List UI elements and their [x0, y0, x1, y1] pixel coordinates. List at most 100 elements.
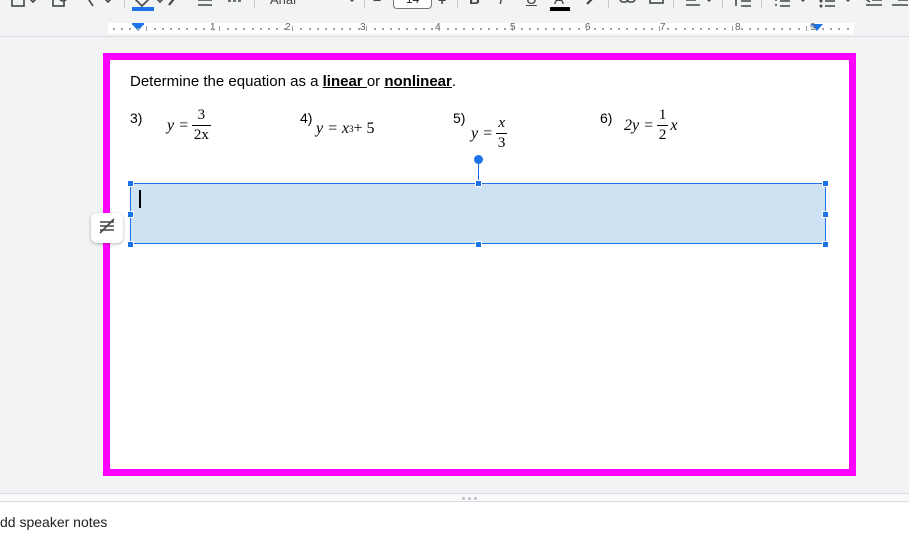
toolbar-separator	[364, 0, 365, 8]
ruler-tick	[365, 26, 367, 31]
decrease-indent-icon[interactable]	[864, 0, 884, 10]
fraction-numerator: x	[498, 115, 505, 131]
resize-handle-top-right[interactable]	[822, 180, 829, 187]
fill-color-swatch	[132, 7, 154, 11]
equation-rhs: x	[670, 116, 678, 134]
ruler-dot	[161, 28, 164, 30]
align-icon[interactable]	[684, 0, 716, 10]
equation-image[interactable]: y = 3 2x	[167, 108, 211, 143]
equation-image[interactable]: 2y = 1 2 x	[624, 108, 678, 143]
instruction-middle: or	[366, 73, 385, 90]
ruler-dot	[284, 28, 287, 30]
equation-fraction: 1 2	[656, 108, 669, 143]
ruler-dot	[341, 28, 344, 30]
resize-handle-top[interactable]	[475, 180, 482, 187]
increase-indent-icon[interactable]	[890, 0, 909, 10]
ruler-dot	[740, 28, 743, 30]
speaker-notes-placeholder[interactable]: dd speaker notes	[0, 514, 107, 530]
ruler-dot	[846, 28, 849, 30]
highlight-icon[interactable]	[584, 0, 598, 10]
ruler-tick	[145, 26, 147, 31]
ruler-dot	[414, 28, 417, 30]
ruler-dot	[447, 28, 450, 30]
notes-resize-divider[interactable]	[0, 493, 909, 502]
ruler-dot	[707, 28, 710, 30]
font-name-select[interactable]: Arial	[270, 0, 296, 10]
decrease-font-button[interactable]: −	[373, 0, 381, 10]
ruler-dot	[748, 28, 751, 30]
ruler-dot	[789, 28, 792, 30]
increase-font-button[interactable]: +	[438, 0, 446, 10]
ruler-dot	[227, 28, 230, 30]
ruler-dot	[251, 28, 254, 30]
ruler-dot	[626, 28, 629, 30]
ruler-dot	[813, 28, 816, 30]
ruler-dot	[544, 28, 547, 30]
ruler-dot	[610, 28, 613, 30]
ruler-dot	[398, 28, 401, 30]
ruler-dot	[333, 28, 336, 30]
slide-canvas[interactable]	[0, 38, 909, 493]
ruler-dot	[390, 28, 393, 30]
ruler-dot	[618, 28, 621, 30]
resize-handle-right[interactable]	[822, 211, 829, 218]
ruler-dot	[650, 28, 653, 30]
ruler-dot	[300, 28, 303, 30]
italic-button[interactable]: I	[499, 0, 503, 10]
resize-handle-bottom[interactable]	[475, 241, 482, 248]
toolbar: Arial − 14 + B I U A	[0, 0, 909, 11]
resize-handle-bottom-left[interactable]	[127, 241, 134, 248]
ruler-dot	[634, 28, 637, 30]
ruler-tick	[659, 26, 661, 31]
comment-icon[interactable]	[648, 0, 666, 10]
instruction-text[interactable]: Determine the equation as a linear or no…	[130, 73, 456, 90]
ruler-dot	[642, 28, 645, 30]
equation-image[interactable]: y = x 3	[471, 115, 508, 151]
ruler-tick	[439, 26, 440, 31]
bulleted-list-icon[interactable]	[818, 0, 854, 10]
equation-fraction: 3 2x	[191, 108, 211, 143]
font-size-input[interactable]: 14	[393, 0, 432, 9]
ruler-dot	[520, 28, 523, 30]
ruler-dot	[170, 28, 173, 30]
ruler-dot	[602, 28, 604, 30]
horizontal-ruler[interactable]: 123456789	[0, 20, 909, 37]
image-icon[interactable]	[10, 0, 38, 10]
resize-handle-top-left[interactable]	[127, 180, 134, 187]
resize-handle-bottom-right[interactable]	[822, 241, 829, 248]
clear-formatting-button[interactable]	[91, 213, 123, 243]
link-icon[interactable]	[618, 0, 638, 10]
line-icon[interactable]	[82, 0, 118, 10]
toolbar-separator	[608, 0, 609, 8]
ruler-tick	[805, 26, 807, 31]
equation-image[interactable]: y = x3 + 5	[316, 120, 375, 138]
ruler-dot	[316, 28, 319, 30]
ruler-dot	[724, 28, 727, 30]
speaker-notes-panel[interactable]: dd speaker notes	[0, 502, 909, 558]
numbered-list-icon[interactable]	[773, 0, 809, 10]
ruler-dot	[113, 28, 115, 30]
line-spacing-icon[interactable]	[733, 0, 753, 10]
shape-icon[interactable]	[50, 0, 70, 10]
equation-rest: + 5	[353, 120, 375, 137]
ruler-dot	[210, 28, 213, 30]
resize-handle-left[interactable]	[127, 211, 134, 218]
ruler-dot	[536, 28, 539, 30]
pen-icon[interactable]	[166, 0, 182, 10]
ruler-dot	[463, 28, 466, 30]
ruler-dot	[137, 28, 140, 30]
ruler-tick	[218, 26, 220, 31]
ruler-dot	[561, 28, 564, 30]
border-weight-icon[interactable]	[196, 0, 214, 10]
underline-button[interactable]: U	[526, 0, 537, 10]
ruler-dot	[259, 28, 262, 30]
chevron-down-icon[interactable]	[346, 0, 358, 10]
bold-button[interactable]: B	[469, 0, 480, 10]
border-dash-icon[interactable]	[226, 0, 244, 10]
ruler-dot	[455, 28, 458, 30]
rotation-handle[interactable]	[474, 155, 483, 164]
ruler-dot	[569, 28, 572, 30]
ruler-dot	[716, 28, 719, 30]
selected-text-box[interactable]	[130, 183, 826, 244]
ruler-dot	[691, 28, 694, 30]
